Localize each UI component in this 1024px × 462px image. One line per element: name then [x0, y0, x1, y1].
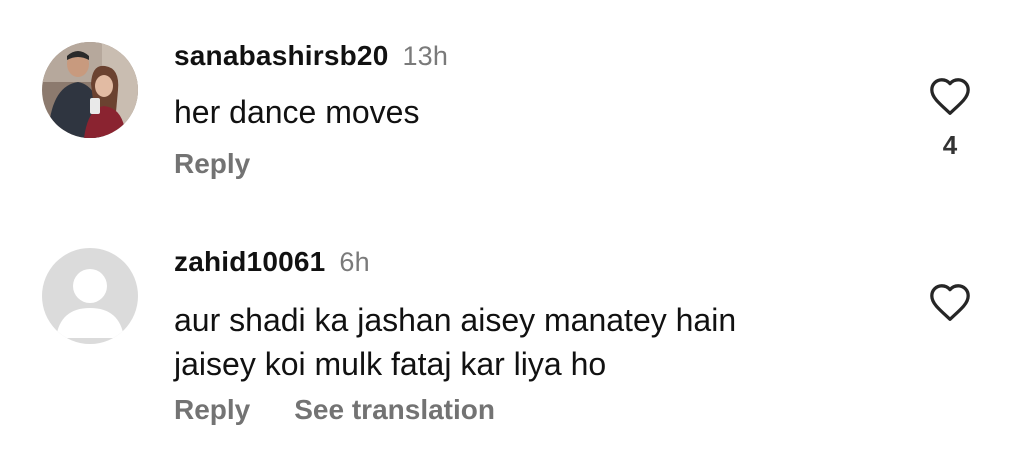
comment-text-line: aur shadi ka jashan aisey manatey hain	[174, 302, 737, 338]
like-control: 4	[926, 76, 974, 161]
comment-text: aur shadi ka jashan aisey manatey hain j…	[174, 298, 894, 386]
username[interactable]: sanabashirsb20 13h	[174, 40, 448, 72]
comment-item: sanabashirsb20 13h her dance moves Reply …	[0, 40, 1024, 190]
comment-text-line: jaisey koi mulk fataj kar liya ho	[174, 346, 607, 382]
reply-button[interactable]: Reply	[174, 148, 250, 179]
reply-button[interactable]: Reply	[174, 394, 250, 425]
comment-item: zahid10061 6h aur shadi ka jashan aisey m…	[0, 246, 1024, 446]
username[interactable]: zahid10061 6h	[174, 246, 370, 278]
default-profile-placeholder-icon	[42, 248, 138, 344]
avatar[interactable]	[42, 248, 138, 344]
timestamp: 13h	[402, 41, 449, 71]
comment-text: her dance moves	[174, 90, 894, 134]
avatar[interactable]	[42, 42, 138, 138]
username-text[interactable]: zahid10061	[174, 246, 325, 277]
see-translation-button[interactable]: See translation	[294, 394, 495, 425]
username-text[interactable]: sanabashirsb20	[174, 40, 388, 71]
profile-photo	[42, 42, 138, 138]
heart-outline-icon[interactable]	[928, 76, 972, 116]
like-count: 4	[942, 130, 958, 160]
comment-text-line: her dance moves	[174, 94, 420, 130]
timestamp: 6h	[339, 247, 370, 277]
comment-actions: Reply	[174, 148, 250, 180]
comment-actions: Reply See translation	[174, 394, 495, 426]
heart-outline-icon[interactable]	[928, 282, 972, 322]
like-control	[926, 282, 974, 322]
